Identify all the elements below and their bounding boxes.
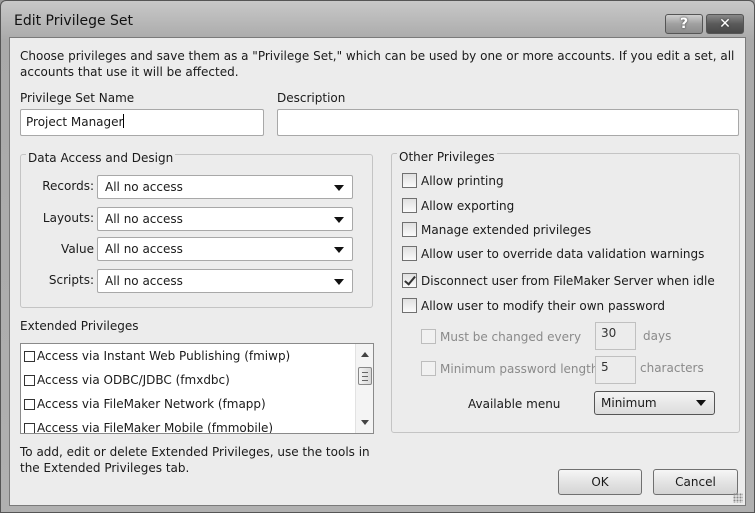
- scripts-select[interactable]: All no access: [97, 269, 353, 293]
- privilege-set-name-label: Privilege Set Name: [20, 91, 135, 105]
- intro-text: Choose privileges and save them as a "Pr…: [20, 49, 735, 79]
- checkbox[interactable]: [402, 298, 417, 313]
- value-select[interactable]: All no access: [97, 237, 353, 261]
- min-length-input[interactable]: 5: [595, 356, 636, 384]
- data-access-title: Data Access and Design: [26, 151, 176, 165]
- checkbox-label: Minimum password length: [440, 361, 599, 376]
- extended-privileges-note: To add, edit or delete Extended Privileg…: [20, 445, 370, 475]
- days-unit: days: [643, 329, 672, 343]
- checkbox[interactable]: [421, 361, 436, 376]
- days-value: 30: [601, 326, 617, 340]
- layouts-select[interactable]: All no access: [97, 207, 353, 231]
- list-item[interactable]: Access via Instant Web Publishing (fmiwp…: [24, 349, 290, 363]
- checkbox[interactable]: [402, 222, 417, 237]
- cancel-button[interactable]: Cancel: [653, 469, 738, 495]
- days-input[interactable]: 30: [595, 322, 636, 350]
- edit-privilege-set-dialog: Edit Privilege Set ? ✕ Choose privileges…: [0, 0, 755, 513]
- scroll-up-icon[interactable]: [361, 352, 369, 357]
- modify-password-checkbox[interactable]: Allow user to modify their own password: [402, 298, 665, 313]
- scripts-label: Scripts:: [48, 273, 94, 287]
- records-value: All no access: [105, 180, 183, 194]
- layouts-value: All no access: [105, 212, 183, 226]
- chevron-down-icon: [334, 279, 344, 285]
- ok-button[interactable]: OK: [558, 469, 642, 495]
- list-item[interactable]: Access via FileMaker Network (fmapp): [24, 397, 266, 411]
- dialog-body: Choose privileges and save them as a "Pr…: [9, 37, 746, 506]
- characters-unit: characters: [640, 361, 704, 375]
- checkbox[interactable]: [402, 173, 417, 188]
- checkbox-label: Manage extended privileges: [421, 222, 592, 237]
- checkbox[interactable]: [402, 198, 417, 213]
- available-menu-value: Minimum: [601, 396, 657, 410]
- chevron-down-icon: [334, 247, 344, 253]
- records-label: Records:: [42, 179, 94, 193]
- available-menu-select[interactable]: Minimum: [594, 391, 715, 415]
- chevron-down-icon: [334, 217, 344, 223]
- list-item-label: Access via FileMaker Network (fmapp): [37, 397, 266, 411]
- dialog-title: Edit Privilege Set: [14, 13, 134, 29]
- extended-privileges-title: Extended Privileges: [20, 319, 139, 333]
- override-validation-checkbox[interactable]: Allow user to override data validation w…: [402, 246, 704, 261]
- disconnect-idle-checkbox[interactable]: Disconnect user from FileMaker Server wh…: [402, 273, 715, 288]
- list-item[interactable]: Access via ODBC/JDBC (fmxdbc): [24, 373, 230, 387]
- checkbox-label: Allow user to modify their own password: [421, 298, 665, 313]
- allow-printing-checkbox[interactable]: Allow printing: [402, 173, 504, 188]
- list-item-label: Access via ODBC/JDBC (fmxdbc): [37, 373, 230, 387]
- checkbox[interactable]: [24, 374, 35, 386]
- checkbox-label: Allow exporting: [421, 198, 515, 213]
- checkbox[interactable]: [24, 422, 35, 433]
- chevron-down-icon: [696, 400, 706, 406]
- close-icon: ✕: [719, 16, 731, 32]
- title-bar[interactable]: Edit Privilege Set ? ✕: [1, 1, 754, 37]
- scroll-down-icon[interactable]: [361, 420, 369, 425]
- checkbox[interactable]: [24, 398, 35, 410]
- close-button[interactable]: ✕: [706, 14, 744, 34]
- description-label: Description: [277, 91, 346, 105]
- layouts-label: Layouts:: [42, 211, 94, 225]
- scripts-value: All no access: [105, 274, 183, 288]
- checkbox-label: Must be changed every: [440, 329, 582, 344]
- manage-extended-privileges-checkbox[interactable]: Manage extended privileges: [402, 222, 591, 237]
- allow-exporting-checkbox[interactable]: Allow exporting: [402, 198, 514, 213]
- value-value: All no access: [105, 242, 183, 256]
- help-icon: ?: [679, 16, 689, 32]
- value-label: Value: [61, 242, 94, 256]
- checkbox-label: Allow printing: [421, 173, 504, 188]
- extended-privileges-list[interactable]: Access via Instant Web Publishing (fmiwp…: [20, 343, 374, 434]
- help-button[interactable]: ?: [665, 14, 703, 34]
- list-item[interactable]: Access via FileMaker Mobile (fmmobile): [24, 421, 274, 434]
- list-scrollbar[interactable]: [355, 344, 373, 433]
- chevron-down-icon: [334, 185, 344, 191]
- list-item-label: Access via FileMaker Mobile (fmmobile): [37, 421, 274, 434]
- other-privileges-title: Other Privileges: [397, 150, 497, 164]
- checkbox-label: Disconnect user from FileMaker Server wh…: [421, 273, 715, 288]
- checkbox[interactable]: [402, 246, 417, 261]
- min-length-checkbox[interactable]: Minimum password length: [421, 361, 598, 376]
- must-be-changed-checkbox[interactable]: Must be changed every: [421, 329, 581, 344]
- description-input[interactable]: [277, 109, 739, 136]
- list-item-label: Access via Instant Web Publishing (fmiwp…: [37, 349, 291, 363]
- scroll-thumb[interactable]: [358, 367, 372, 385]
- checkmark-icon[interactable]: [402, 273, 417, 288]
- checkbox[interactable]: [24, 350, 35, 362]
- min-length-value: 5: [601, 360, 609, 374]
- available-menu-label: Available menu: [468, 397, 561, 411]
- resize-grip-icon[interactable]: [733, 493, 743, 503]
- records-select[interactable]: All no access: [97, 175, 353, 199]
- checkbox[interactable]: [421, 329, 436, 344]
- text-caret: [123, 114, 125, 128]
- checkbox-label: Allow user to override data validation w…: [421, 246, 705, 261]
- privilege-set-name-value: Project Manager: [26, 115, 124, 129]
- privilege-set-name-input[interactable]: Project Manager: [20, 109, 264, 136]
